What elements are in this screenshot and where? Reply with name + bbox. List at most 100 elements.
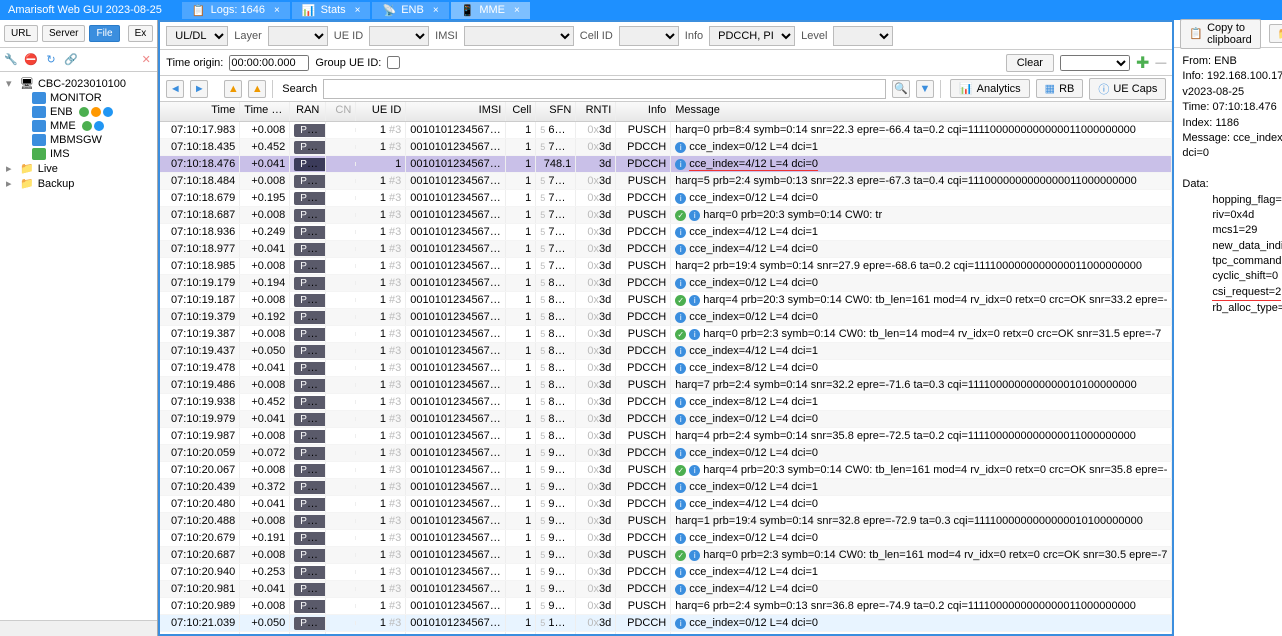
h-scrollbar[interactable] — [0, 620, 157, 636]
log-row[interactable]: 07:10:19.979 +0.041 PHY 1 #3 00101012345… — [160, 411, 1172, 428]
log-row[interactable]: 07:10:20.480 +0.041 PHY 1 #3 00101012345… — [160, 496, 1172, 513]
analytics-button[interactable]: 📊Analytics — [950, 79, 1030, 98]
tree-item-backup[interactable]: ▸📁Backup — [4, 176, 153, 191]
col-header-message[interactable]: Message — [671, 102, 1172, 121]
close-icon[interactable]: × — [355, 5, 361, 16]
warn-icon[interactable]: ▲ — [224, 80, 242, 98]
top-tab-mme[interactable]: 📱MME× — [451, 2, 530, 19]
col-header-cell[interactable]: Cell — [506, 102, 536, 121]
stop-icon[interactable]: ⛔ — [24, 53, 38, 67]
search-next-icon[interactable]: ▼ — [916, 80, 934, 98]
top-tab-enb[interactable]: 📡ENB× — [372, 2, 448, 19]
log-row[interactable]: 07:10:18.476 +0.041 PHY 1 00101012345678… — [160, 156, 1172, 173]
clear-select[interactable] — [1060, 55, 1130, 71]
refresh-icon[interactable]: ↻ — [44, 53, 58, 67]
clear-button[interactable]: Clear — [1006, 54, 1054, 72]
close-icon[interactable]: × — [274, 5, 280, 16]
log-row[interactable]: 07:10:20.981 +0.041 PHY 1 #3 00101012345… — [160, 581, 1172, 598]
tree-item-monitor[interactable]: MONITOR — [4, 91, 153, 105]
info-select[interactable]: PDCCH, PI — [709, 26, 795, 46]
cell-imsi: 001010123456789 — [406, 190, 506, 206]
expand-icon[interactable]: ▸ — [6, 177, 16, 190]
log-row[interactable]: 07:10:19.379 +0.192 PHY 1 #3 00101012345… — [160, 309, 1172, 326]
log-row[interactable]: 07:10:18.977 +0.041 PHY 1 #3 00101012345… — [160, 241, 1172, 258]
binoculars-icon[interactable]: 🔍 — [892, 80, 910, 98]
close-icon[interactable]: × — [514, 5, 520, 16]
log-row[interactable]: 07:10:19.486 +0.008 PHY 1 #3 00101012345… — [160, 377, 1172, 394]
log-row[interactable]: 07:10:20.687 +0.008 PHY 1 #3 00101012345… — [160, 547, 1172, 564]
rb-button[interactable]: ▦RB — [1036, 79, 1084, 98]
log-row[interactable]: 07:10:19.387 +0.008 PHY 1 #3 00101012345… — [160, 326, 1172, 343]
log-row[interactable]: 07:10:20.940 +0.253 PHY 1 #3 00101012345… — [160, 564, 1172, 581]
tree-item-cbc-2023010100[interactable]: ▾🖥CBC-2023010100 — [4, 76, 153, 91]
expand-icon[interactable]: ▾ — [6, 77, 16, 90]
log-row[interactable]: 07:10:20.059 +0.072 PHY 1 #3 00101012345… — [160, 445, 1172, 462]
log-row[interactable]: 07:10:17.983 +0.008 PHY 1 #3 00101012345… — [160, 122, 1172, 139]
cell-cell: 1 — [506, 224, 536, 240]
log-row[interactable]: 07:10:19.478 +0.041 PHY 1 #3 00101012345… — [160, 360, 1172, 377]
log-row[interactable]: 07:10:19.938 +0.452 PHY 1 #3 00101012345… — [160, 394, 1172, 411]
tree-item-mme[interactable]: MME — [4, 119, 153, 133]
log-row[interactable]: 07:10:18.435 +0.452 PHY 1 #3 00101012345… — [160, 139, 1172, 156]
cellid-select[interactable] — [619, 26, 679, 46]
log-row[interactable]: 07:10:18.985 +0.008 PHY 1 #3 00101012345… — [160, 258, 1172, 275]
top-tab-stats[interactable]: 📊Stats× — [292, 2, 371, 19]
log-row[interactable]: 07:10:18.687 +0.008 PHY 1 #3 00101012345… — [160, 207, 1172, 224]
close-icon[interactable]: × — [433, 5, 439, 16]
remove-icon[interactable]: — — [1155, 57, 1166, 69]
tree-item-live[interactable]: ▸📁Live — [4, 161, 153, 176]
col-header-rnti[interactable]: RNTI — [576, 102, 616, 121]
col-header-time-diff[interactable]: Time diff — [240, 102, 290, 121]
log-row[interactable]: 07:10:20.679 +0.191 PHY 1 #3 00101012345… — [160, 530, 1172, 547]
expand-icon[interactable]: ▸ — [6, 162, 16, 175]
log-row[interactable]: 07:10:18.679 +0.195 PHY 1 #3 00101012345… — [160, 190, 1172, 207]
col-header-info[interactable]: Info — [616, 102, 671, 121]
add-icon[interactable]: ✚ — [1136, 53, 1149, 73]
col-header-ue-id[interactable]: UE ID — [356, 102, 406, 121]
time-origin-input[interactable] — [229, 55, 309, 71]
copy-button[interactable]: 📋Copy to clipboard — [1180, 19, 1260, 49]
group-ue-checkbox[interactable] — [387, 56, 400, 69]
log-row[interactable]: 07:10:20.488 +0.008 PHY 1 #3 00101012345… — [160, 513, 1172, 530]
tree-item-mbmsgw[interactable]: MBMSGW — [4, 133, 153, 147]
search-input[interactable] — [323, 79, 886, 99]
log-row[interactable]: 07:10:19.987 +0.008 PHY 1 #3 00101012345… — [160, 428, 1172, 445]
layer-select[interactable] — [268, 26, 328, 46]
log-row[interactable]: 07:10:21.047 +0.008 PHY 1 #3 00101012345… — [160, 632, 1172, 634]
log-row[interactable]: 07:10:18.936 +0.249 PHY 1 #3 00101012345… — [160, 224, 1172, 241]
log-row[interactable]: 07:10:19.187 +0.008 PHY 1 #3 00101012345… — [160, 292, 1172, 309]
col-header-ran[interactable]: RAN — [290, 102, 326, 121]
browse-button[interactable]: 📁Browse — [1269, 24, 1282, 43]
log-header: TimeTime diffRANCNUE IDIMSICellSFNRNTIIn… — [160, 102, 1172, 122]
log-row[interactable]: 07:10:19.437 +0.050 PHY 1 #3 00101012345… — [160, 343, 1172, 360]
server-button[interactable]: Server — [42, 25, 85, 42]
export-button[interactable]: Ex — [128, 25, 154, 42]
log-row[interactable]: 07:10:20.439 +0.372 PHY 1 #3 00101012345… — [160, 479, 1172, 496]
ueid-select[interactable] — [369, 26, 429, 46]
log-row[interactable]: 07:10:19.179 +0.194 PHY 1 #3 00101012345… — [160, 275, 1172, 292]
tree-item-ims[interactable]: IMS — [4, 147, 153, 161]
file-button[interactable]: File — [89, 25, 119, 42]
log-row[interactable]: 07:10:18.484 +0.008 PHY 1 #3 00101012345… — [160, 173, 1172, 190]
prev-icon[interactable]: ◄ — [166, 80, 184, 98]
log-row[interactable]: 07:10:21.039 +0.050 PHY 1 #3 00101012345… — [160, 615, 1172, 632]
col-header-cn[interactable]: CN — [326, 102, 356, 121]
log-row[interactable]: 07:10:20.067 +0.008 PHY 1 #3 00101012345… — [160, 462, 1172, 479]
level-select[interactable] — [833, 26, 893, 46]
close-icon[interactable]: ✕ — [139, 53, 153, 67]
log-row[interactable]: 07:10:20.989 +0.008 PHY 1 #3 00101012345… — [160, 598, 1172, 615]
tree-item-enb[interactable]: ENB — [4, 105, 153, 119]
url-button[interactable]: URL — [4, 25, 38, 42]
col-header-time[interactable]: Time — [160, 102, 240, 121]
warn2-icon[interactable]: ▲ — [248, 80, 266, 98]
link-icon[interactable]: 🔗 — [64, 53, 78, 67]
col-header-sfn[interactable]: SFN — [536, 102, 576, 121]
uecaps-button[interactable]: ⓘUE Caps — [1089, 78, 1166, 100]
imsi-select[interactable] — [464, 26, 574, 46]
col-header-imsi[interactable]: IMSI — [406, 102, 506, 121]
uldl-select[interactable]: UL/DL — [166, 26, 228, 46]
top-tab-logs--1646[interactable]: 📋Logs: 1646× — [182, 2, 290, 19]
next-icon[interactable]: ► — [190, 80, 208, 98]
wrench-icon[interactable]: 🔧 — [4, 53, 18, 67]
cell-cell: 1 — [506, 309, 536, 325]
